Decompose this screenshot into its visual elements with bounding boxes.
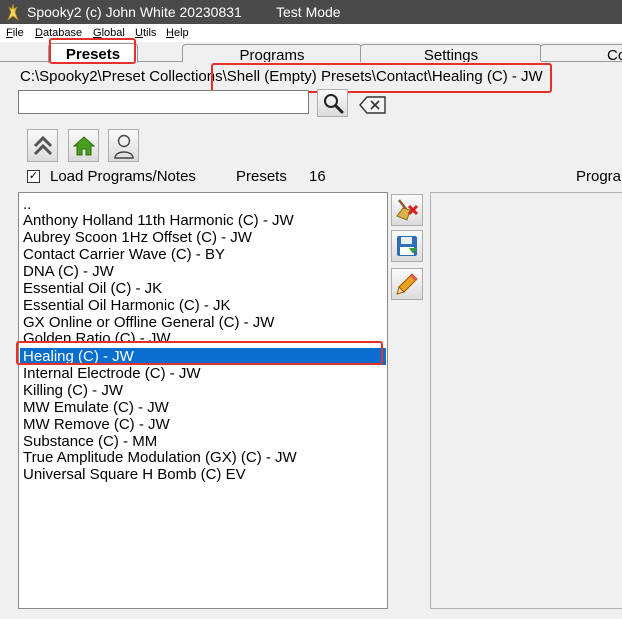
selected-item-highlight	[16, 341, 383, 365]
spooky-app-icon	[7, 3, 19, 21]
search-button[interactable]	[317, 89, 348, 117]
list-item-parent[interactable]: ..	[23, 196, 31, 213]
tab-programs[interactable]: Programs	[182, 44, 362, 62]
load-programs-label: Load Programs/Notes	[50, 168, 196, 185]
list-item[interactable]: Substance (C) - MM	[23, 433, 157, 450]
list-item[interactable]: Contact Carrier Wave (C) - BY	[23, 246, 225, 263]
presets-count-value: 16	[309, 168, 326, 185]
save-icon	[397, 236, 417, 256]
tab-settings[interactable]: Settings	[360, 44, 542, 62]
tab-control[interactable]: Co	[540, 44, 622, 61]
magnifier-icon	[323, 94, 343, 114]
programs-panel[interactable]	[430, 192, 622, 609]
list-item[interactable]: MW Emulate (C) - JW	[23, 399, 169, 416]
list-item[interactable]: Aubrey Scoon 1Hz Offset (C) - JW	[23, 229, 252, 246]
search-input[interactable]	[18, 90, 309, 114]
backspace-clear-icon	[358, 96, 386, 114]
path-highlight	[211, 63, 552, 93]
home-button[interactable]	[68, 129, 99, 162]
broom-delete-icon	[396, 199, 419, 221]
edit-preset-button[interactable]	[391, 268, 423, 300]
presets-tab-highlight	[49, 38, 136, 64]
load-programs-checkbox[interactable]: ✓	[27, 170, 40, 183]
clear-search-button[interactable]	[357, 93, 388, 117]
up-folder-button[interactable]	[27, 129, 58, 162]
list-item[interactable]: True Amplitude Modulation (GX) (C) - JW	[23, 449, 297, 466]
list-item[interactable]: DNA (C) - JW	[23, 263, 114, 280]
list-item[interactable]: Killing (C) - JW	[23, 382, 123, 399]
list-item[interactable]: Anthony Holland 11th Harmonic (C) - JW	[23, 212, 294, 229]
pencil-edit-icon	[396, 273, 418, 295]
list-item[interactable]: Universal Square H Bomb (C) EV	[23, 466, 246, 483]
list-item[interactable]: MW Remove (C) - JW	[23, 416, 170, 433]
user-button[interactable]	[108, 129, 139, 162]
delete-preset-button[interactable]	[391, 194, 423, 226]
menu-file[interactable]: File	[6, 27, 24, 39]
presets-count-label: Presets	[236, 168, 287, 185]
double-chevron-up-icon	[33, 135, 52, 155]
list-item[interactable]: Essential Oil (C) - JK	[23, 280, 162, 297]
save-preset-button[interactable]	[391, 230, 423, 262]
title-bar: Spooky2 (c) John White 20230831 Test Mod…	[0, 0, 622, 24]
programs-header-label: Progra	[576, 168, 622, 185]
list-item[interactable]: Golden Ratio (C) - JW	[23, 330, 171, 341]
user-icon	[113, 134, 134, 159]
list-item[interactable]: Internal Electrode (C) - JW	[23, 365, 201, 382]
menu-help[interactable]: Help	[166, 27, 189, 39]
list-item[interactable]: Essential Oil Harmonic (C) - JK	[23, 297, 231, 314]
presets-listbox[interactable]: .. Anthony Holland 11th Harmonic (C) - J…	[18, 192, 388, 609]
home-icon	[72, 135, 95, 155]
mode-label: Test Mode	[276, 4, 341, 20]
list-item[interactable]: GX Online or Offline General (C) - JW	[23, 314, 274, 331]
window-title: Spooky2 (c) John White 20230831	[27, 4, 242, 20]
menu-utils[interactable]: Utils	[135, 27, 156, 39]
